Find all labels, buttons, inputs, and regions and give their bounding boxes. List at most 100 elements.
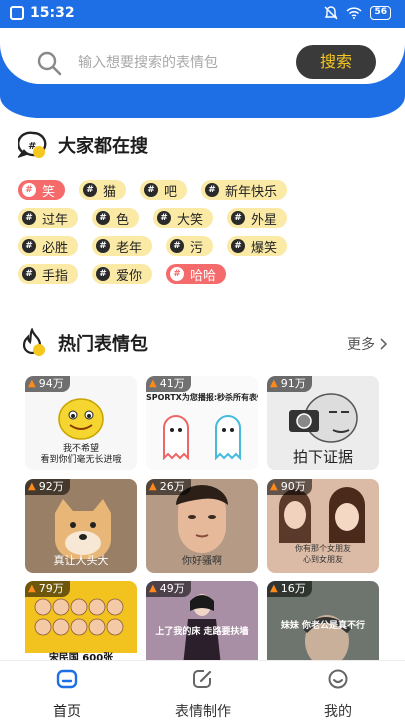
popular-search-icon: # bbox=[18, 131, 47, 158]
sticker-caption: 拍下证据 bbox=[292, 448, 353, 466]
status-time: 15:32 bbox=[30, 5, 75, 21]
sticker-pack-card[interactable]: ▲ 90万 你有那个女朋友 心到女朋友 bbox=[267, 479, 379, 573]
tag-label: 笑 bbox=[42, 184, 56, 200]
tag-chip[interactable]: # 过年 bbox=[18, 208, 79, 228]
tag-chip[interactable]: # 猫 bbox=[79, 180, 127, 200]
tag-label: 爆笑 bbox=[251, 240, 278, 256]
tag-label: 色 bbox=[116, 212, 130, 228]
flame-icon: ▲ bbox=[28, 378, 36, 389]
popularity-badge: ▲ 91万 bbox=[267, 376, 312, 392]
tag-chip[interactable]: # 吧 bbox=[140, 180, 188, 200]
search-icon bbox=[37, 51, 62, 76]
comic-couple-image bbox=[279, 487, 365, 543]
flame-icon: ▲ bbox=[28, 583, 36, 594]
flame-icon: ▲ bbox=[270, 481, 278, 492]
section-title: 大家都在搜 bbox=[58, 136, 148, 157]
popularity-badge: ▲ 49万 bbox=[146, 581, 191, 597]
sticker-pack-card[interactable]: ▲41万 SPORTX为您播报:秒杀所有表情包 bbox=[146, 376, 258, 470]
sticker-caption: 你有那个女朋友 心到女朋友 bbox=[295, 544, 351, 564]
search-input[interactable] bbox=[78, 50, 278, 76]
status-bar: 15:32 56 bbox=[0, 0, 405, 28]
popularity-badge: ▲ 79万 bbox=[25, 581, 70, 597]
sticker-pack-card[interactable]: ▲ 92万 真让人头大 bbox=[25, 479, 137, 573]
tag-label: 外星 bbox=[251, 212, 278, 228]
tag-label: 老年 bbox=[116, 240, 143, 256]
tag-chip[interactable]: # 必胜 bbox=[18, 236, 79, 256]
more-link[interactable]: 更多 bbox=[347, 334, 387, 354]
tag-label: 必胜 bbox=[42, 240, 69, 256]
hashtag-icon: # bbox=[170, 267, 185, 281]
face-collage-image bbox=[34, 598, 124, 636]
popularity-badge: ▲ 92万 bbox=[25, 479, 70, 495]
hashtag-icon: # bbox=[157, 211, 172, 225]
hashtag-icon: # bbox=[231, 239, 246, 253]
popularity-badge: ▲ 90万 bbox=[267, 479, 312, 495]
edit-icon bbox=[193, 670, 212, 688]
tag-label: 污 bbox=[190, 240, 204, 256]
hashtag-icon: # bbox=[22, 239, 36, 253]
ghost-mascot-icon bbox=[163, 415, 241, 461]
flame-icon: ▲ bbox=[149, 378, 157, 389]
tag-chip[interactable]: # 色 bbox=[92, 208, 140, 228]
tag-chip[interactable]: # 爱你 bbox=[92, 264, 153, 284]
tag-chip[interactable]: # 大笑 bbox=[153, 208, 214, 228]
wifi-icon bbox=[346, 7, 362, 19]
hashtag-icon: # bbox=[170, 239, 185, 253]
tag-chip[interactable]: # 笑 bbox=[18, 180, 66, 200]
sticker-pack-card[interactable]: ▲ 26万 你好骚啊 bbox=[146, 479, 258, 573]
section-title: 热门表情包 bbox=[58, 334, 148, 355]
sticker-caption: 你好骚啊 bbox=[182, 556, 222, 567]
tag-label: 哈哈 bbox=[190, 268, 217, 284]
tag-cloud: # 笑 # 猫 # 吧 # 新年快乐 # 过年 # 色 # 大笑 # 外星 # 必胜 # 老年 # 污… bbox=[18, 180, 398, 292]
popular-searches-header: # 大家都在搜 bbox=[18, 130, 148, 160]
hashtag-icon: # bbox=[96, 239, 111, 253]
hashtag-icon: # bbox=[205, 183, 220, 197]
sticker-caption: 真让人头大 bbox=[53, 554, 109, 567]
tab-label: 首页 bbox=[53, 704, 81, 720]
tab-make[interactable]: 表情制作 bbox=[153, 669, 253, 720]
tag-label: 新年快乐 bbox=[225, 184, 278, 200]
hashtag-icon: # bbox=[144, 183, 159, 197]
tag-chip[interactable]: # 手指 bbox=[18, 264, 79, 284]
tag-chip[interactable]: # 哈哈 bbox=[166, 264, 227, 284]
flame-icon: ▲ bbox=[28, 481, 36, 492]
hashtag-icon: # bbox=[96, 267, 111, 281]
flame-icon bbox=[22, 328, 45, 356]
tab-label: 表情制作 bbox=[175, 704, 231, 720]
app-notification-icon bbox=[10, 6, 24, 20]
sticker-caption: 上了我的床 走路要扶墙 bbox=[155, 627, 249, 637]
sticker-pack-card[interactable]: ▲ 94万 我不希望 看到你们毫无长进哦 bbox=[25, 376, 137, 470]
hashtag-icon: # bbox=[96, 211, 111, 225]
hot-packs-header: 热门表情包 bbox=[18, 328, 148, 358]
sticker-caption: 我不希望 看到你们毫无长进哦 bbox=[40, 444, 122, 465]
tag-chip[interactable]: # 新年快乐 bbox=[201, 180, 288, 200]
tab-mine[interactable]: 我的 bbox=[288, 669, 388, 720]
battery-indicator: 56 bbox=[370, 6, 391, 20]
tag-chip[interactable]: # 爆笑 bbox=[227, 236, 288, 256]
flame-icon: ▲ bbox=[149, 481, 157, 492]
smiley-face-icon bbox=[58, 398, 104, 440]
chevron-right-icon bbox=[380, 338, 387, 350]
tag-label: 爱你 bbox=[116, 268, 143, 284]
popularity-badge: ▲ 26万 bbox=[146, 479, 191, 495]
search-bar: 搜索 bbox=[0, 28, 405, 84]
tag-chip[interactable]: # 污 bbox=[166, 236, 214, 256]
flame-icon: ▲ bbox=[270, 378, 278, 389]
search-button[interactable]: 搜索 bbox=[296, 45, 376, 79]
tag-chip[interactable]: # 老年 bbox=[92, 236, 153, 256]
mute-icon bbox=[324, 6, 338, 20]
tab-label: 我的 bbox=[324, 704, 352, 720]
popularity-badge: ▲ 16万 bbox=[267, 581, 312, 597]
popularity-badge: ▲ 41万 bbox=[146, 376, 191, 392]
hashtag-icon: # bbox=[231, 211, 246, 225]
tag-chip[interactable]: # 外星 bbox=[227, 208, 288, 228]
meme-face-camera-icon bbox=[289, 393, 358, 443]
tag-label: 吧 bbox=[164, 184, 178, 200]
flame-icon: ▲ bbox=[149, 583, 157, 594]
sticker-caption: SPORTX为您播报:秒杀所有表情包 bbox=[146, 393, 258, 402]
tab-home[interactable]: 首页 bbox=[17, 669, 117, 720]
hashtag-icon: # bbox=[22, 211, 36, 225]
flame-icon: ▲ bbox=[270, 583, 278, 594]
sticker-pack-card[interactable]: ▲ 91万 拍下证据 bbox=[267, 376, 379, 470]
hashtag-icon: # bbox=[83, 183, 98, 197]
